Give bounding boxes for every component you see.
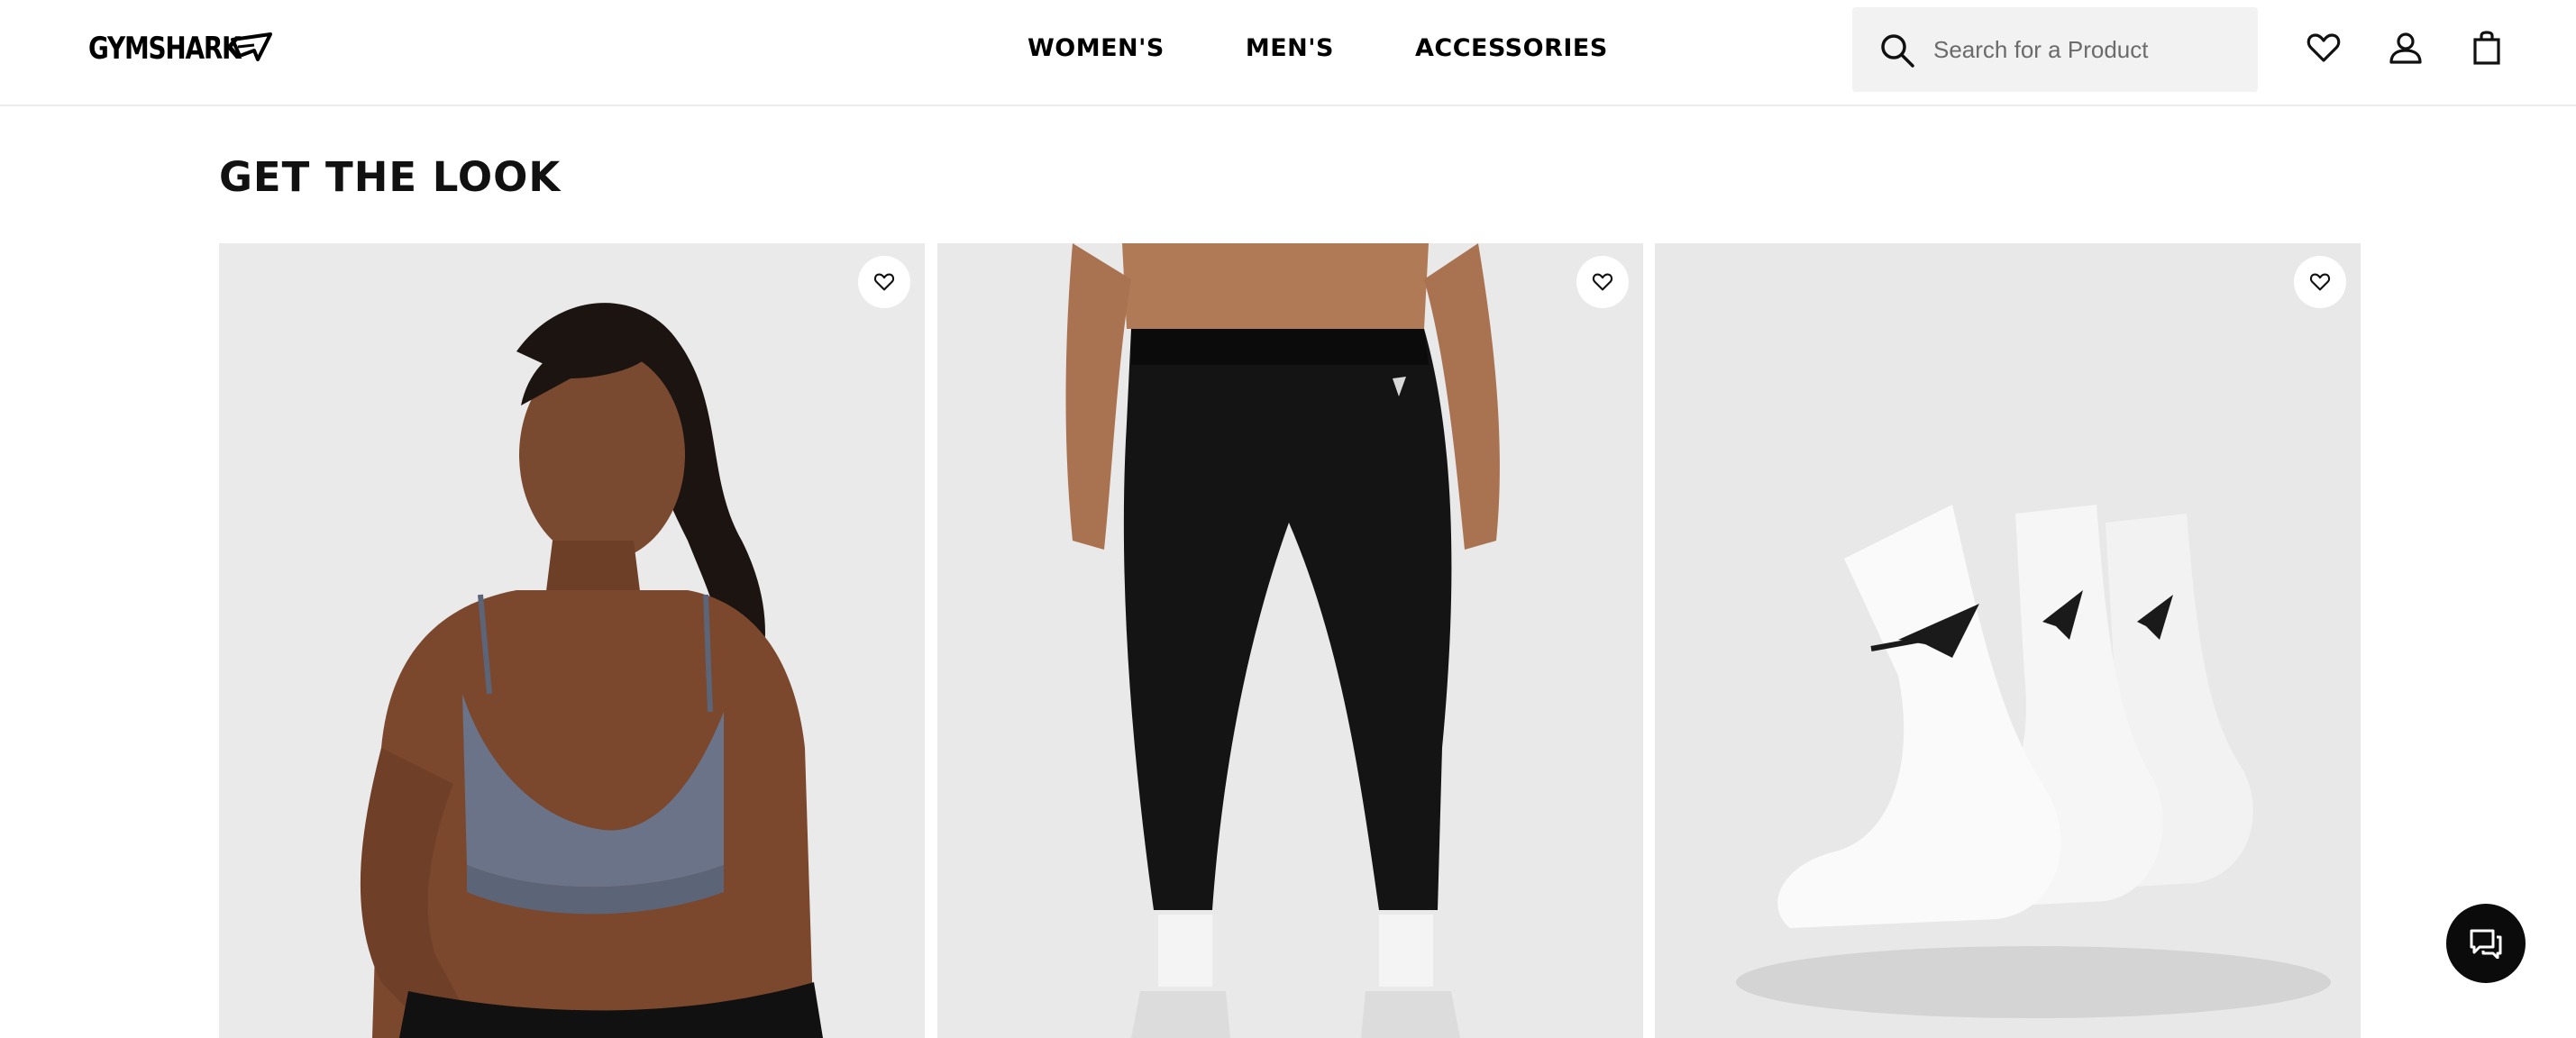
site-header: GYMSHARK WOMEN'S MEN'S ACCESSORIES — [0, 0, 2576, 106]
account-button[interactable] — [2388, 30, 2424, 66]
heart-icon — [873, 273, 895, 291]
nav-womens[interactable]: WOMEN'S — [1028, 34, 1165, 62]
shark-logo-icon — [231, 32, 272, 61]
chat-button[interactable] — [2446, 904, 2526, 983]
product-image — [219, 243, 925, 1038]
product-card-leggings[interactable] — [937, 243, 1643, 1038]
main-nav: WOMEN'S MEN'S ACCESSORIES — [1028, 0, 1608, 96]
wishlist-button[interactable] — [2306, 30, 2342, 66]
section-title: GET THE LOOK — [219, 153, 562, 201]
heart-icon — [2309, 273, 2331, 291]
bag-button[interactable] — [2469, 30, 2505, 66]
product-card-sports-bra[interactable] — [219, 243, 925, 1038]
gymshark-logo[interactable]: GYMSHARK — [88, 31, 273, 67]
search-icon — [1881, 34, 1914, 68]
logo-text: GYMSHARK — [88, 31, 242, 67]
heart-icon — [2307, 33, 2341, 62]
bag-icon — [2473, 31, 2500, 65]
nav-accessories[interactable]: ACCESSORIES — [1415, 34, 1608, 62]
account-icon — [2389, 32, 2422, 64]
wishlist-toggle[interactable] — [1576, 256, 1629, 308]
heart-icon — [1592, 273, 1613, 291]
chat-icon — [2470, 929, 2502, 959]
search-input[interactable] — [1933, 25, 2240, 74]
search-box[interactable] — [1852, 7, 2258, 92]
nav-mens[interactable]: MEN'S — [1246, 34, 1334, 62]
product-image — [937, 243, 1643, 1038]
wishlist-toggle[interactable] — [858, 256, 910, 308]
wishlist-toggle[interactable] — [2294, 256, 2346, 308]
product-image — [1655, 243, 2361, 1038]
product-card-socks[interactable] — [1655, 243, 2361, 1038]
